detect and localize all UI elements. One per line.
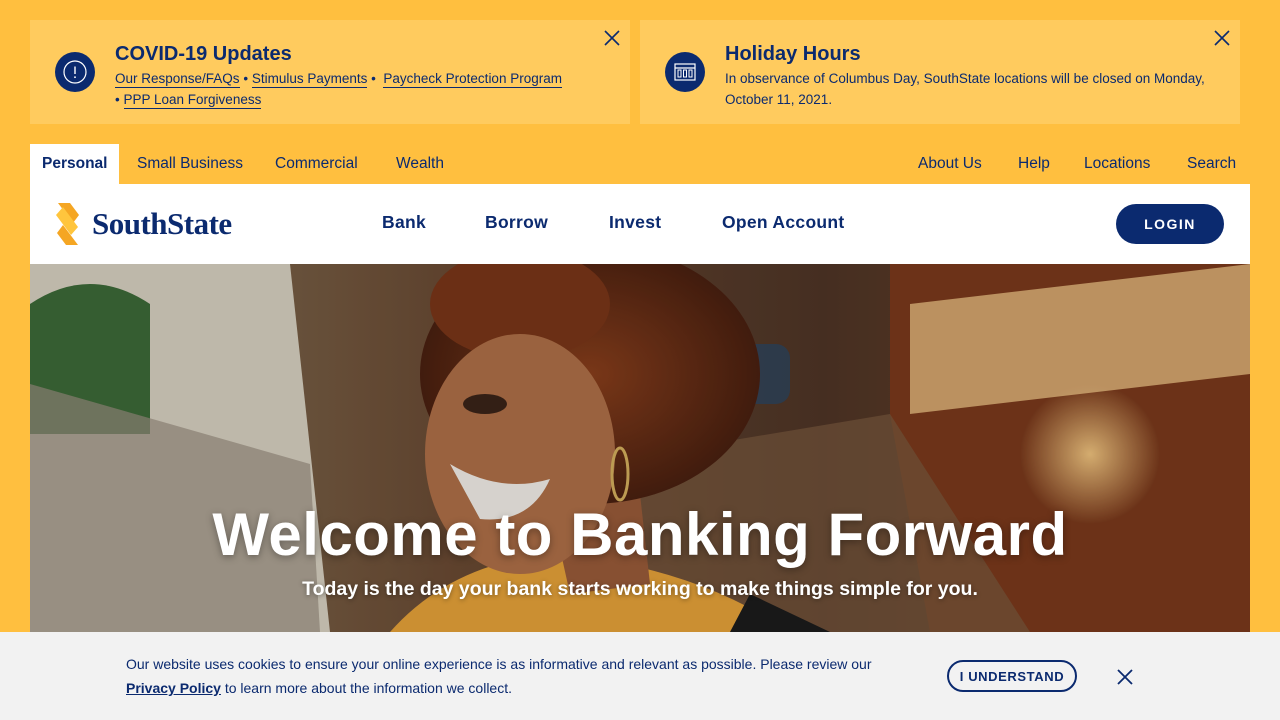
southstate-logo[interactable]: SouthState [52, 200, 232, 248]
utility-link-help[interactable]: Help [1018, 144, 1050, 184]
covid-alert-links: Our Response/FAQs • Stimulus Payments • … [115, 68, 615, 110]
i-understand-button[interactable]: I UNDERSTAND [947, 660, 1077, 692]
nav-invest[interactable]: Invest [609, 212, 661, 233]
link-paycheck-protection-program[interactable]: Paycheck Protection Program [383, 71, 562, 88]
segment-tab-wealth[interactable]: Wealth [396, 144, 444, 184]
segment-tab-commercial[interactable]: Commercial [275, 144, 358, 184]
alert-circle-icon [55, 52, 95, 92]
hero-banner: Welcome to Banking Forward Today is the … [30, 264, 1250, 632]
utility-link-search[interactable]: Search [1187, 144, 1236, 184]
segment-tab-small-business[interactable]: Small Business [137, 144, 243, 184]
holiday-alert-close-icon[interactable] [1212, 28, 1232, 48]
main-header: SouthState Bank Borrow Invest Open Accou… [30, 184, 1250, 264]
hero-subtitle: Today is the day your bank starts workin… [302, 578, 978, 600]
hero-photo [30, 264, 1250, 632]
holiday-alert-title: Holiday Hours [725, 43, 861, 65]
link-separator: • [371, 71, 376, 86]
bank-building-icon [665, 52, 705, 92]
nav-open-account[interactable]: Open Account [722, 212, 845, 233]
link-ppp-loan-forgiveness[interactable]: PPP Loan Forgiveness [123, 92, 262, 109]
cookie-message-text-after: to learn more about the information we c… [224, 680, 512, 696]
cookie-banner: Our website uses cookies to ensure your … [0, 632, 1280, 720]
southstate-s-mark-icon [56, 203, 79, 245]
link-our-response-faqs[interactable]: Our Response/FAQs [115, 71, 240, 88]
segment-tab-personal[interactable]: Personal [30, 144, 120, 184]
utility-link-locations[interactable]: Locations [1084, 144, 1150, 184]
cookie-message-text: Our website uses cookies to ensure your … [126, 656, 872, 672]
holiday-alert-text: In observance of Columbus Day, SouthStat… [725, 71, 1205, 107]
covid-alert-title: COVID-19 Updates [115, 43, 292, 65]
hero-title: Welcome to Banking Forward [212, 501, 1068, 568]
link-stimulus-payments[interactable]: Stimulus Payments [251, 71, 368, 88]
privacy-policy-link[interactable]: Privacy Policy [126, 680, 221, 696]
cookie-close-icon[interactable] [1115, 667, 1135, 687]
nav-borrow[interactable]: Borrow [485, 212, 548, 233]
segment-nav: Personal Small Business Commercial Wealt… [30, 144, 1250, 184]
holiday-alert: Holiday Hours In observance of Columbus … [640, 20, 1240, 124]
brand-wordmark: SouthState [92, 206, 232, 241]
cookie-message: Our website uses cookies to ensure your … [126, 652, 916, 700]
utility-link-about-us[interactable]: About Us [918, 144, 982, 184]
covid-alert: COVID-19 Updates Our Response/FAQs • Sti… [30, 20, 630, 124]
login-button[interactable]: LOGIN [1116, 204, 1224, 244]
covid-alert-close-icon[interactable] [602, 28, 622, 48]
nav-bank[interactable]: Bank [382, 212, 426, 233]
link-separator: • [243, 71, 249, 86]
link-separator: • [115, 92, 120, 107]
